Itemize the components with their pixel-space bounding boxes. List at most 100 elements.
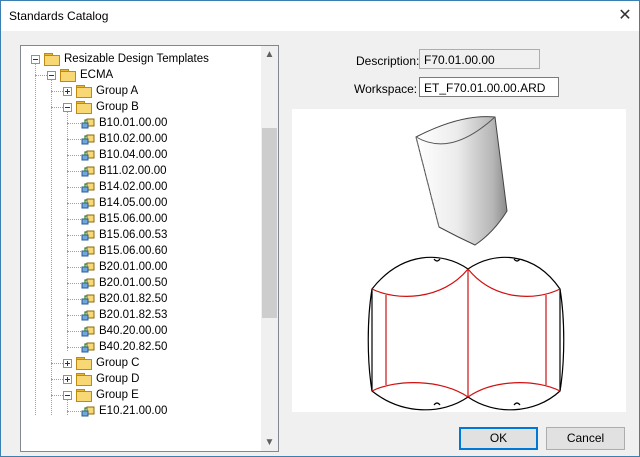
scroll-down-button[interactable]: ▼ — [261, 434, 278, 451]
tree-template-item[interactable]: B15.06.00.53 — [21, 227, 260, 243]
template-tree[interactable]: Resizable Design Templates ECMA Group A Gro… — [20, 45, 279, 452]
description-label: Description: — [356, 54, 420, 68]
tree-connector — [51, 395, 63, 396]
tree-connector — [67, 315, 81, 316]
folder-icon — [76, 85, 92, 98]
tree-folder-item[interactable]: Group A — [21, 83, 260, 99]
tree-template-item[interactable]: B20.01.82.53 — [21, 307, 260, 323]
close-icon[interactable]: ✕ — [615, 6, 635, 26]
design-template-icon — [81, 229, 95, 241]
tree-item-label: B40.20.82.50 — [99, 341, 168, 353]
tree-folder-item[interactable]: Group B — [21, 99, 260, 115]
tree-item-label: B20.01.00.50 — [99, 277, 168, 289]
tree-item-label: B20.01.00.00 — [99, 261, 168, 273]
tree-connector — [67, 267, 81, 268]
tree-connector — [67, 187, 81, 188]
folder-icon — [76, 373, 92, 386]
tree-connector — [67, 347, 81, 348]
workspace-label: Workspace: — [354, 82, 418, 96]
tree-item-label: ECMA — [80, 69, 114, 81]
tree-item-label: B11.02.00.00 — [99, 165, 167, 177]
collapse-icon[interactable] — [31, 55, 40, 64]
tree-folder-item[interactable]: ECMA — [21, 67, 260, 83]
tree-item-label: Group D — [96, 373, 140, 385]
tree-template-item[interactable]: B20.01.82.50 — [21, 291, 260, 307]
design-template-icon — [81, 293, 95, 305]
template-preview — [292, 109, 626, 412]
tree-connector — [67, 155, 81, 156]
3d-box-render — [415, 116, 508, 246]
design-template-icon — [81, 181, 95, 193]
tree-item-label: B10.04.00.00 — [99, 149, 168, 161]
tree-item-label: B10.02.00.00 — [99, 133, 168, 145]
design-template-icon — [81, 245, 95, 257]
tree-connector — [67, 331, 81, 332]
tree-item-label: B14.02.00.00 — [99, 181, 168, 193]
design-template-icon — [81, 405, 95, 417]
tree-connector — [51, 379, 63, 380]
tree-connector — [67, 171, 81, 172]
design-template-icon — [81, 165, 95, 177]
window-title: Standards Catalog — [9, 9, 109, 23]
tree-connector — [51, 91, 63, 92]
tree-template-item[interactable]: B40.20.82.50 — [21, 339, 260, 355]
scroll-thumb[interactable] — [262, 128, 277, 318]
tree-template-item[interactable]: B15.06.00.00 — [21, 211, 260, 227]
tree-template-item[interactable]: B11.02.00.00 — [21, 163, 260, 179]
tree-scrollbar[interactable]: ▲ ▼ — [261, 46, 278, 451]
folder-icon — [76, 101, 92, 114]
tree-template-item[interactable]: B20.01.00.00 — [21, 259, 260, 275]
folder-icon — [60, 69, 76, 82]
tree-connector — [67, 123, 81, 124]
expand-icon[interactable] — [63, 87, 72, 96]
tree-item-label: Group A — [96, 85, 139, 97]
tree-template-item[interactable]: B10.04.00.00 — [21, 147, 260, 163]
design-template-icon — [81, 277, 95, 289]
tree-folder-item[interactable]: Resizable Design Templates — [21, 51, 260, 67]
cancel-button[interactable]: Cancel — [546, 427, 625, 450]
tree-folder-item[interactable]: Group D — [21, 371, 260, 387]
tree-item-label: B20.01.82.53 — [99, 309, 168, 321]
tree-connector — [67, 299, 81, 300]
tree-folder-item[interactable]: Group E — [21, 387, 260, 403]
tree-connector — [67, 251, 81, 252]
tree-template-item[interactable]: B10.02.00.00 — [21, 131, 260, 147]
tree-template-item[interactable]: B14.05.00.00 — [21, 195, 260, 211]
folder-icon — [76, 357, 92, 370]
collapse-icon[interactable] — [47, 71, 56, 80]
description-field: F70.01.00.00 — [419, 49, 540, 69]
tree-template-item[interactable]: E10.21.00.00 — [21, 403, 260, 419]
design-template-icon — [81, 133, 95, 145]
tree-template-item[interactable]: B15.06.00.60 — [21, 243, 260, 259]
tree-connector — [67, 411, 81, 412]
tree-connector — [51, 107, 63, 108]
tree-connector — [67, 139, 81, 140]
tree-template-item[interactable]: B20.01.00.50 — [21, 275, 260, 291]
design-template-icon — [81, 261, 95, 273]
tree-connector — [67, 235, 81, 236]
design-template-icon — [81, 325, 95, 337]
design-template-icon — [81, 149, 95, 161]
title-bar: Standards Catalog ✕ — [1, 1, 639, 31]
tree-template-item[interactable]: B10.01.00.00 — [21, 115, 260, 131]
tree-template-item[interactable]: B14.02.00.00 — [21, 179, 260, 195]
workspace-field[interactable]: ET_F70.01.00.00.ARD — [419, 77, 559, 97]
tree-connector — [67, 203, 81, 204]
collapse-icon[interactable] — [63, 391, 72, 400]
ok-button[interactable]: OK — [459, 427, 538, 450]
standards-catalog-dialog: Standards Catalog ✕ Resizable Design Tem… — [0, 0, 640, 457]
tree-item-label: Resizable Design Templates — [64, 53, 209, 65]
tree-item-label: B15.06.00.53 — [99, 229, 168, 241]
tree-item-label: E10.21.00.00 — [99, 405, 168, 417]
tree-template-item[interactable]: B40.20.00.00 — [21, 323, 260, 339]
design-template-icon — [81, 197, 95, 209]
tree-folder-item[interactable]: Group C — [21, 355, 260, 371]
flat-dieline — [367, 256, 565, 411]
scroll-up-button[interactable]: ▲ — [261, 46, 278, 63]
template-preview-drawing — [367, 116, 565, 411]
tree-item-label: B15.06.00.00 — [99, 213, 168, 225]
tree-connector — [51, 363, 63, 364]
expand-icon[interactable] — [63, 375, 72, 384]
expand-icon[interactable] — [63, 359, 72, 368]
collapse-icon[interactable] — [63, 103, 72, 112]
